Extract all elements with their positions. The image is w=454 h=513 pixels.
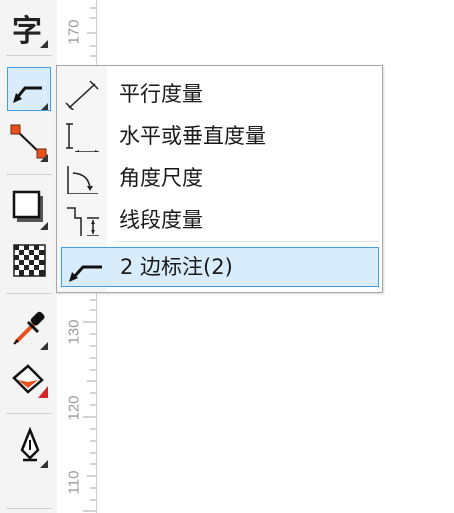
drop-shadow-icon xyxy=(12,190,48,230)
ruler-label: 110 xyxy=(65,470,83,495)
ruler-label: 130 xyxy=(65,319,83,345)
menu-item-label: 角度尺度 xyxy=(119,166,203,190)
menu-item-label: 平行度量 xyxy=(119,82,203,106)
checkerboard-icon xyxy=(13,244,46,277)
flyout-indicator-icon xyxy=(41,103,48,110)
pen-nib-icon xyxy=(20,426,48,468)
ruler-label: 120 xyxy=(65,395,83,421)
toolbox-separator xyxy=(6,174,52,175)
flyout-indicator-icon xyxy=(40,40,48,48)
toolbox-separator xyxy=(6,508,52,509)
dimension-tools-flyout: 平行度量 水平或垂直度量 角度尺度 线段度量 2 边标注(2) xyxy=(56,65,383,293)
menu-item-2-segment-dimension[interactable]: 2 边标注(2) xyxy=(61,247,379,287)
toolbox-separator xyxy=(6,55,52,56)
eyedropper-icon xyxy=(13,311,48,350)
toolbox-separator xyxy=(6,413,52,414)
horizontal-vertical-dimension-icon xyxy=(66,123,99,152)
paint-bucket-icon xyxy=(12,364,48,398)
segment-dimension-icon xyxy=(67,207,99,236)
dimension-tool-button[interactable] xyxy=(7,67,51,111)
parallel-dimension-icon xyxy=(65,80,99,110)
text-tool-button[interactable]: 字 xyxy=(8,4,52,49)
toolbox-separator xyxy=(6,293,52,294)
menu-item-label: 线段度量 xyxy=(119,208,203,232)
ruler-label: 170 xyxy=(65,19,83,45)
2-segment-dimension-icon xyxy=(69,265,102,282)
menu-divider xyxy=(117,241,379,242)
eyedropper-tool-button[interactable] xyxy=(8,306,52,350)
menu-item-label: 水平或垂直度量 xyxy=(119,124,266,148)
menu-item-parallel-dimension[interactable]: 平行度量 xyxy=(57,74,382,114)
toolbox: 字 xyxy=(0,0,58,513)
connector-tool-button[interactable] xyxy=(8,118,52,162)
drop-shadow-tool-button[interactable] xyxy=(8,186,52,230)
transparency-tool-button[interactable] xyxy=(8,238,52,282)
angular-dimension-icon xyxy=(67,166,98,194)
menu-item-segment-dimension[interactable]: 线段度量 xyxy=(57,200,382,240)
menu-item-angular-dimension[interactable]: 角度尺度 xyxy=(57,158,382,198)
outline-pen-tool-button[interactable] xyxy=(8,424,52,468)
menu-item-horizontal-vertical-dimension[interactable]: 水平或垂直度量 xyxy=(57,116,382,156)
menu-item-label: 2 边标注(2) xyxy=(120,255,233,279)
connector-icon xyxy=(10,124,48,162)
fill-tool-button[interactable] xyxy=(8,358,52,402)
